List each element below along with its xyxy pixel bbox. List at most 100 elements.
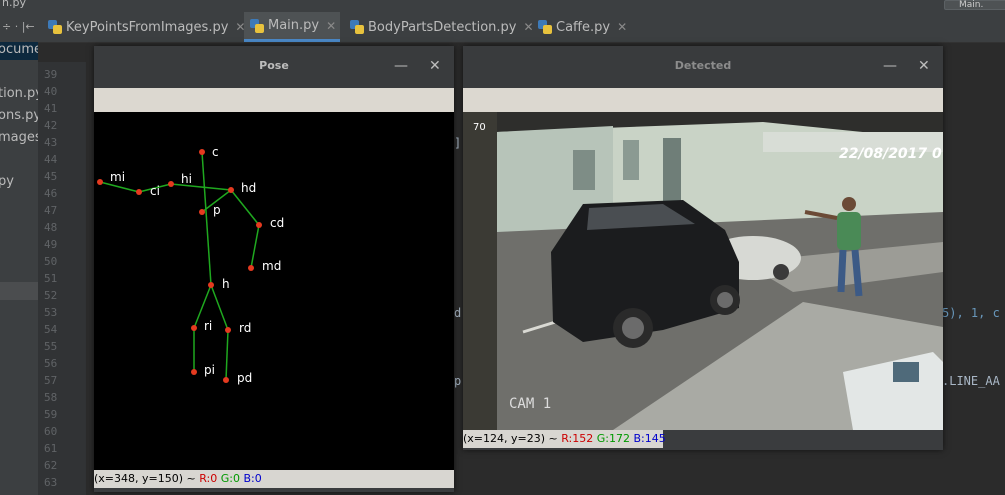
sidebar-item[interactable]: ocume bbox=[0, 42, 38, 57]
main-run-config-button[interactable]: Main. bbox=[944, 0, 1005, 10]
line-number: 46 bbox=[44, 187, 58, 200]
blue-value: B:0 bbox=[243, 472, 262, 485]
cursor-coords: (x=348, y=150) ~ bbox=[94, 472, 196, 485]
joint-label-p: p bbox=[213, 203, 221, 217]
title-strip: n.py Main. bbox=[0, 0, 1005, 12]
code-fragment: p bbox=[454, 374, 462, 388]
tab-bodypartsdetection[interactable]: BodyPartsDetection.py ✕ bbox=[344, 12, 536, 42]
line-number: 57 bbox=[44, 374, 58, 387]
joint-c bbox=[199, 149, 205, 155]
line-number: 60 bbox=[44, 425, 58, 438]
joint-pd bbox=[223, 377, 229, 383]
line-number: 62 bbox=[44, 459, 58, 472]
pose-window[interactable]: Pose — ✕ c mi ci hi hd p cd md h ri rd pi pd (x=348,… bbox=[94, 46, 454, 492]
cctv-timestamp: 22/08/2017 07:19:5 bbox=[839, 146, 943, 162]
line-number: 40 bbox=[44, 85, 58, 98]
joint-pi bbox=[191, 369, 197, 375]
joint-ri bbox=[191, 325, 197, 331]
code-fragment: ] bbox=[454, 136, 462, 150]
detected-window-titlebar[interactable]: Detected bbox=[463, 46, 943, 88]
line-number: 48 bbox=[44, 221, 58, 234]
joint-label-h: h bbox=[222, 277, 230, 291]
sidebar-item[interactable]: mages bbox=[0, 130, 38, 145]
tab-keypointsfromimages[interactable]: KeyPointsFromImages.py ✕ bbox=[42, 12, 248, 42]
minimize-icon[interactable]: — bbox=[883, 58, 897, 74]
limb-hi-hd bbox=[170, 183, 232, 191]
window-title: Pose bbox=[259, 59, 289, 72]
window-toolbar bbox=[463, 88, 943, 112]
line-number: 54 bbox=[44, 323, 58, 336]
joint-label-hi: hi bbox=[181, 172, 192, 186]
tab-label: KeyPointsFromImages.py bbox=[66, 19, 229, 35]
python-file-icon bbox=[48, 20, 62, 34]
close-icon[interactable]: ✕ bbox=[429, 58, 441, 74]
sidebar-item[interactable]: py bbox=[0, 174, 14, 189]
tab-caffe[interactable]: Caffe.py ✕ bbox=[532, 12, 638, 42]
project-sidebar: ocume tion.py ons.py mages py bbox=[0, 42, 38, 495]
pose-skeleton: c mi ci hi hd p cd md h ri rd pi pd bbox=[97, 145, 284, 385]
line-number: 59 bbox=[44, 408, 58, 421]
joint-label-cd: cd bbox=[270, 216, 284, 230]
tab-main[interactable]: Main.py ✕ bbox=[244, 12, 340, 42]
limb-rd-pd bbox=[225, 329, 229, 381]
joint-cd bbox=[256, 222, 262, 228]
joint-label-hd: hd bbox=[241, 181, 256, 195]
limb-h-rd bbox=[210, 284, 229, 331]
minimize-icon[interactable]: — bbox=[394, 58, 408, 74]
red-value: R:0 bbox=[199, 472, 218, 485]
joint-label-md: md bbox=[262, 259, 281, 273]
code-fragment: d bbox=[454, 306, 462, 320]
joint-label-ri: ri bbox=[204, 319, 212, 333]
line-number: 52 bbox=[44, 289, 58, 302]
partial-filename: n.py bbox=[2, 0, 26, 9]
joint-hi bbox=[168, 181, 174, 187]
pixel-status-bar: (x=124, y=23) ~ R:152 G:172 B:145 bbox=[463, 430, 666, 448]
code-fragment: 5), 1, c bbox=[942, 306, 1000, 320]
detected-window[interactable]: Detected — ✕ 70 22/08/2017 0 CAM 1 (x=12… bbox=[463, 46, 943, 450]
python-file-icon bbox=[250, 18, 264, 33]
line-number: 42 bbox=[44, 119, 58, 132]
line-number: 45 bbox=[44, 170, 58, 183]
pose-skeleton-canvas: c mi ci hi hd p cd md h ri rd pi pd bbox=[94, 112, 454, 470]
red-value: R:152 bbox=[561, 432, 594, 445]
tab-label: Main.py bbox=[268, 18, 320, 33]
joint-rd bbox=[225, 327, 231, 333]
tool-icons[interactable]: ÷ · |← bbox=[2, 20, 35, 33]
code-fragment: .LINE_AA bbox=[942, 374, 1000, 388]
joint-hd bbox=[228, 187, 234, 193]
pixel-status-bar: (x=348, y=150) ~ R:0 G:0 B:0 bbox=[94, 470, 454, 488]
blue-value: B:145 bbox=[633, 432, 666, 445]
tab-label: Caffe.py bbox=[556, 19, 611, 35]
limb-c-h bbox=[201, 151, 212, 286]
close-tab-icon[interactable]: ✕ bbox=[617, 20, 627, 34]
close-icon[interactable]: ✕ bbox=[918, 58, 930, 74]
joint-label-pd: pd bbox=[237, 371, 252, 385]
limb-hd-cd bbox=[230, 189, 260, 226]
joint-md bbox=[248, 265, 254, 271]
joint-label-ci: ci bbox=[150, 184, 160, 198]
line-number: 61 bbox=[44, 442, 58, 455]
line-number: 43 bbox=[44, 136, 58, 149]
line-number: 53 bbox=[44, 306, 58, 319]
python-file-icon bbox=[538, 20, 552, 34]
line-number: 39 bbox=[44, 68, 58, 81]
close-tab-icon[interactable]: ✕ bbox=[326, 19, 336, 33]
line-number: 49 bbox=[44, 238, 58, 251]
joint-label-c: c bbox=[212, 145, 219, 159]
joint-label-mi: mi bbox=[110, 170, 125, 184]
line-number: 56 bbox=[44, 357, 58, 370]
green-value: G:172 bbox=[596, 432, 630, 445]
joint-p bbox=[199, 209, 205, 215]
tab-label: BodyPartsDetection.py bbox=[368, 19, 517, 35]
line-number: 44 bbox=[44, 153, 58, 166]
sidebar-item[interactable]: ons.py bbox=[0, 108, 38, 123]
line-number: 58 bbox=[44, 391, 58, 404]
line-number: 41 bbox=[44, 102, 58, 115]
cctv-frame: 70 22/08/2017 07:19:5 CAM 1 bbox=[463, 112, 943, 430]
camera-label: CAM 1 bbox=[509, 396, 552, 412]
window-title: Detected bbox=[674, 59, 732, 72]
window-toolbar bbox=[94, 88, 454, 112]
line-number: 50 bbox=[44, 255, 58, 268]
joint-label-rd: rd bbox=[239, 321, 251, 335]
sidebar-item[interactable]: tion.py bbox=[0, 86, 38, 101]
